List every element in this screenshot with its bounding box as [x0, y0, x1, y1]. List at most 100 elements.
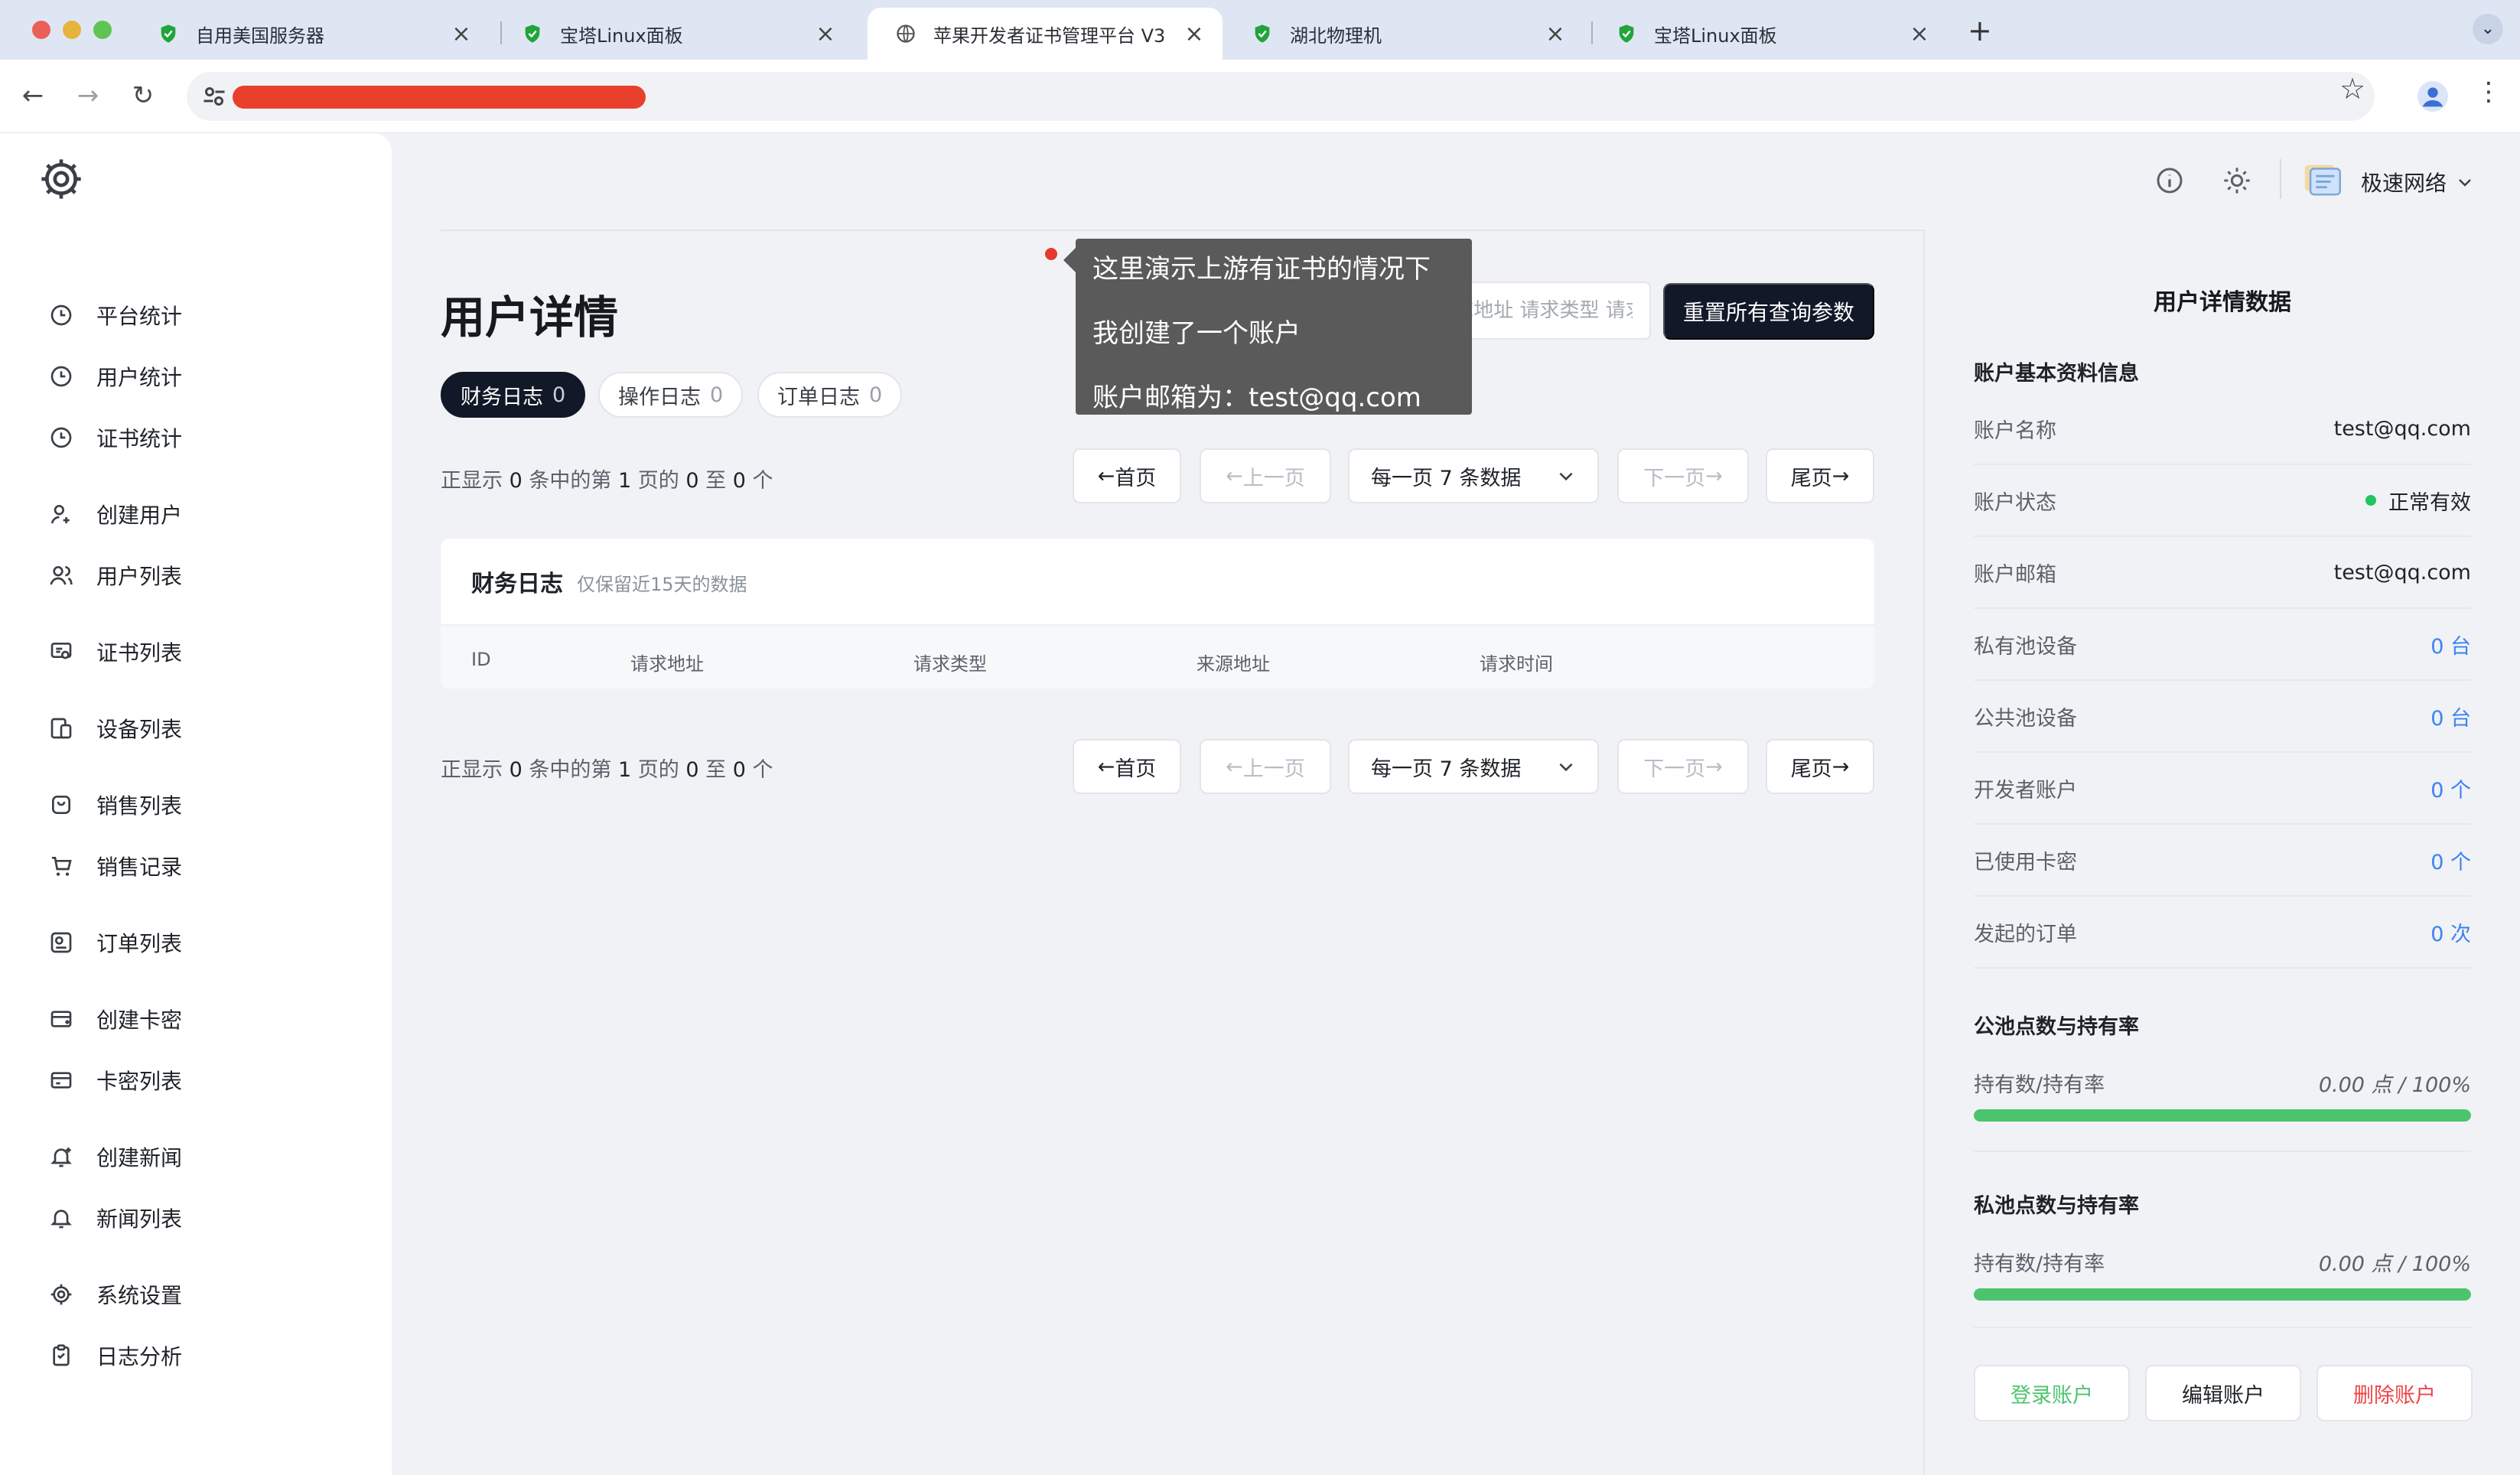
detail-key: 账户状态	[1974, 490, 2056, 515]
first-page-label: 首页	[1115, 466, 1157, 490]
sidebar-item-system-settings[interactable]: 系统设置	[49, 1276, 370, 1313]
tooltip-marker-dot	[1045, 248, 1057, 260]
tab-order-log[interactable]: 订单日志 0	[757, 372, 903, 418]
tab-close-icon[interactable]: ×	[450, 21, 473, 47]
back-arrow-icon[interactable]: ←	[14, 77, 52, 115]
sidebar-item-create-card[interactable]: 创建卡密	[49, 1001, 370, 1037]
browser-menu-icon[interactable]: ⋮	[2476, 77, 2502, 107]
browser-tab[interactable]: 湖北物理机 ×	[1224, 8, 1584, 60]
order-icon	[50, 932, 72, 953]
pager-to: 0	[732, 758, 746, 782]
tab-close-icon[interactable]: ×	[1544, 21, 1567, 47]
per-page-select[interactable]: 每一页 7 条数据	[1348, 448, 1599, 503]
prev-page-button-bottom[interactable]: ← 上一页	[1200, 739, 1331, 794]
detail-value-link[interactable]: 0 台	[2430, 630, 2471, 659]
info-icon[interactable]	[2154, 165, 2185, 196]
reload-icon[interactable]: ↻	[124, 77, 162, 115]
public-pool-rate: 持有数/持有率 0.00 点 / 100%	[1974, 1068, 2471, 1098]
arrow-right-icon: →	[1831, 754, 1850, 779]
address-bar[interactable]	[187, 72, 2375, 121]
column-header-request-type[interactable]: 请求类型	[913, 649, 987, 676]
rate-value: 0.00 点 / 100%	[2318, 1073, 2471, 1097]
browser-tab[interactable]: 自用美国服务器 ×	[130, 8, 490, 60]
tab-count: 0	[552, 383, 566, 407]
column-header-request-time[interactable]: 请求时间	[1480, 649, 1553, 676]
sidebar-item-cert-stats[interactable]: 证书统计	[49, 419, 370, 456]
account-avatar[interactable]	[2301, 158, 2346, 202]
pager-text: 页的	[637, 758, 679, 782]
detail-value-link[interactable]: 0 个	[2430, 773, 2471, 803]
sidebar-item-label: 日志分析	[96, 1344, 183, 1369]
detail-value-link[interactable]: 0 台	[2430, 702, 2471, 731]
browser-toolbar: ← → ↻ ☆ ⋮	[0, 60, 2520, 133]
next-page-button-bottom[interactable]: 下一页 →	[1617, 739, 1749, 794]
prev-page-button[interactable]: ← 上一页	[1200, 448, 1331, 503]
browser-tab-active[interactable]: 苹果开发者证书管理平台 V3 ×	[868, 8, 1223, 60]
sidebar-item-sales-list[interactable]: 销售列表	[49, 786, 370, 823]
sidebar-item-platform-stats[interactable]: 平台统计	[49, 297, 370, 334]
cart-icon	[52, 857, 72, 876]
status-badge: 正常有效	[2365, 486, 2471, 516]
detail-key: 已使用卡密	[1974, 850, 2077, 874]
tab-finance-log[interactable]: 财务日志 0	[441, 372, 586, 418]
tab-operation-log[interactable]: 操作日志 0	[598, 372, 744, 418]
app-logo-gear-icon[interactable]	[40, 158, 83, 200]
first-page-button[interactable]: ← 首页	[1073, 448, 1181, 503]
login-account-button[interactable]: 登录账户	[1974, 1365, 2130, 1421]
profile-avatar-icon[interactable]	[2417, 81, 2448, 112]
tooltip-line: 我创建了一个账户	[1092, 318, 1301, 349]
window-zoom-button[interactable]	[93, 21, 112, 39]
edit-account-button[interactable]: 编辑账户	[2145, 1365, 2301, 1421]
bookmark-star-icon[interactable]: ☆	[2339, 72, 2365, 106]
sidebar-item-create-user[interactable]: 创建用户	[49, 496, 370, 532]
sidebar-item-user-stats[interactable]: 用户统计	[49, 358, 370, 395]
sidebar-item-log-analysis[interactable]: 日志分析	[49, 1337, 370, 1374]
tab-close-icon[interactable]: ×	[1908, 21, 1931, 47]
sidebar-item-sales-records[interactable]: 销售记录	[49, 848, 370, 884]
first-page-button-bottom[interactable]: ← 首页	[1073, 739, 1181, 794]
detail-row-used-cards: 已使用卡密 0 个	[1974, 825, 2471, 897]
sidebar-item-device-list[interactable]: 设备列表	[49, 710, 370, 747]
chevron-down-icon[interactable]	[2456, 173, 2474, 191]
per-page-select-bottom[interactable]: 每一页 7 条数据	[1348, 739, 1599, 794]
window-minimize-button[interactable]	[63, 21, 81, 39]
detail-row-public-devices: 公共池设备 0 台	[1974, 681, 2471, 753]
detail-row-orders: 发起的订单 0 次	[1974, 897, 2471, 969]
header-divider-horizontal	[441, 230, 1925, 231]
column-header-source-address[interactable]: 来源地址	[1197, 649, 1270, 676]
sidebar-item-cert-list[interactable]: 证书列表	[49, 633, 370, 670]
reset-query-button[interactable]: 重置所有查询参数	[1663, 283, 1874, 340]
tab-close-icon[interactable]: ×	[1183, 21, 1206, 47]
forward-arrow-icon[interactable]: →	[69, 77, 107, 115]
sidebar-item-card-list[interactable]: 卡密列表	[49, 1062, 370, 1099]
demo-tooltip: 这里演示上游有证书的情况下 我创建了一个账户 账户邮箱为：test@qq.com	[1076, 239, 1472, 415]
sidebar-item-user-list[interactable]: 用户列表	[49, 557, 370, 594]
sidebar-item-order-list[interactable]: 订单列表	[49, 924, 370, 961]
theme-sun-icon[interactable]	[2222, 165, 2252, 196]
bt-shield-icon	[161, 24, 176, 43]
pager-page: 1	[617, 758, 632, 782]
new-tab-button[interactable]: +	[1968, 14, 1992, 47]
sidebar-item-label: 用户列表	[96, 564, 183, 589]
detail-value-link[interactable]: 0 次	[2430, 917, 2471, 947]
tab-close-icon[interactable]: ×	[814, 21, 837, 47]
last-page-button[interactable]: 尾页 →	[1766, 448, 1874, 503]
column-header-id[interactable]: ID	[471, 649, 491, 670]
next-page-button[interactable]: 下一页 →	[1617, 448, 1749, 503]
browser-tab[interactable]: 宝塔Linux面板 ×	[1588, 8, 1948, 60]
detail-value-link[interactable]: 0 个	[2430, 845, 2471, 875]
account-name[interactable]: 极速网络	[2361, 167, 2447, 197]
column-header-request-url[interactable]: 请求地址	[630, 649, 704, 676]
private-pool-section-title: 私池点数与持有率	[1974, 1194, 2139, 1218]
delete-account-button[interactable]: 删除账户	[2317, 1365, 2473, 1421]
browser-tab[interactable]: 宝塔Linux面板 ×	[494, 8, 854, 60]
per-page-label: 每一页 7 条数据	[1371, 466, 1522, 490]
site-settings-icon[interactable]	[200, 83, 228, 110]
sidebar-item-create-news[interactable]: 创建新闻	[49, 1138, 370, 1175]
bt-shield-icon	[1619, 24, 1634, 43]
tab-search-chevron-icon[interactable]: ⌄	[2473, 14, 2503, 44]
last-page-button-bottom[interactable]: 尾页 →	[1766, 739, 1874, 794]
window-close-button[interactable]	[32, 21, 50, 39]
sidebar-item-news-list[interactable]: 新闻列表	[49, 1200, 370, 1236]
next-page-label: 下一页	[1643, 466, 1706, 490]
